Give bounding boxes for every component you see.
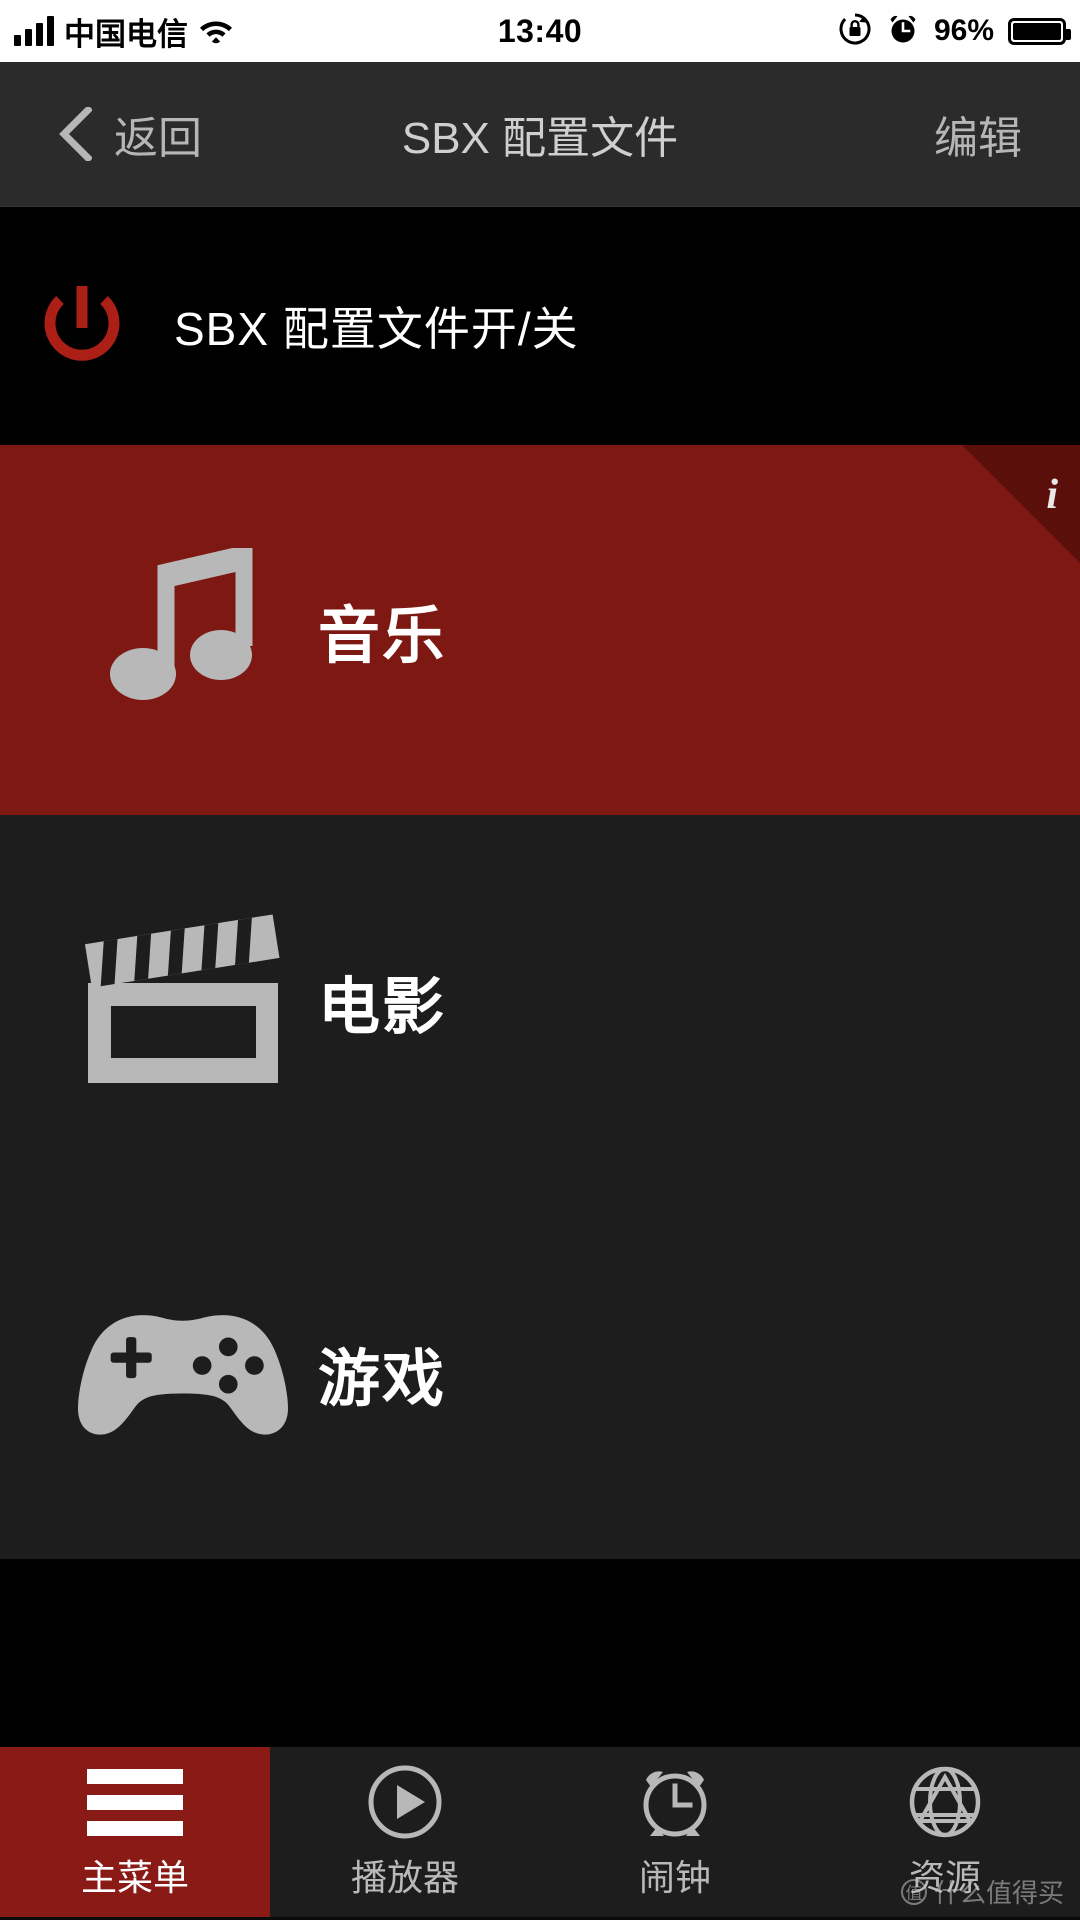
chevron-left-icon xyxy=(58,105,93,163)
alarm-clock-icon xyxy=(634,1763,716,1841)
play-circle-icon xyxy=(366,1763,444,1841)
tab-label-player: 播放器 xyxy=(350,1857,459,1898)
alarm-clock-icon xyxy=(886,12,920,51)
status-bar: 中国电信 13:40 96% xyxy=(0,0,1080,62)
music-note-icon xyxy=(78,547,288,713)
tab-label-alarm: 闹钟 xyxy=(638,1857,711,1898)
phone-screen: 中国电信 13:40 96% 返回 SBX 配置文件 编辑 SBX 配置文件开/… xyxy=(0,0,1080,1920)
back-button[interactable]: 返回 xyxy=(0,102,202,166)
battery-percent-label: 96% xyxy=(933,14,994,47)
category-row-movie[interactable]: 电影 xyxy=(0,815,1080,1187)
power-icon[interactable] xyxy=(36,280,128,372)
category-label-music: 音乐 xyxy=(318,602,447,671)
nav-bar: 返回 SBX 配置文件 编辑 xyxy=(0,62,1080,207)
tab-label-main-menu: 主菜单 xyxy=(80,1857,189,1898)
tab-alarm[interactable]: 闹钟 xyxy=(540,1747,810,1917)
category-label-movie: 电影 xyxy=(318,973,447,1042)
content-filler xyxy=(0,1559,1080,1747)
category-row-game[interactable]: 游戏 xyxy=(0,1187,1080,1559)
sbx-power-label: SBX 配置文件开/关 xyxy=(174,303,579,355)
status-bar-right: 96% xyxy=(838,12,1071,51)
category-label-game: 游戏 xyxy=(318,1345,447,1414)
corner-triangle xyxy=(962,445,1080,563)
gamepad-icon xyxy=(78,1303,288,1443)
info-icon[interactable]: i xyxy=(1046,471,1058,519)
watermark-text: 什么值得买 xyxy=(933,1878,1064,1908)
sbx-power-row[interactable]: SBX 配置文件开/关 xyxy=(0,207,1080,445)
globe-icon xyxy=(906,1763,984,1841)
watermark: 值 什么值得买 xyxy=(900,1873,1064,1910)
battery-full-icon xyxy=(1008,17,1071,45)
clapperboard-icon xyxy=(78,911,288,1091)
watermark-logo-icon: 值 xyxy=(900,1878,927,1905)
tab-main-menu[interactable]: 主菜单 xyxy=(0,1747,270,1917)
edit-button[interactable]: 编辑 xyxy=(934,102,1080,166)
category-row-music[interactable]: 音乐 i xyxy=(0,445,1080,815)
info-corner[interactable]: i xyxy=(960,445,1080,565)
tab-player[interactable]: 播放器 xyxy=(270,1747,540,1917)
rotation-lock-icon xyxy=(838,12,872,51)
hamburger-menu-icon xyxy=(87,1763,183,1841)
back-label: 返回 xyxy=(114,114,202,163)
